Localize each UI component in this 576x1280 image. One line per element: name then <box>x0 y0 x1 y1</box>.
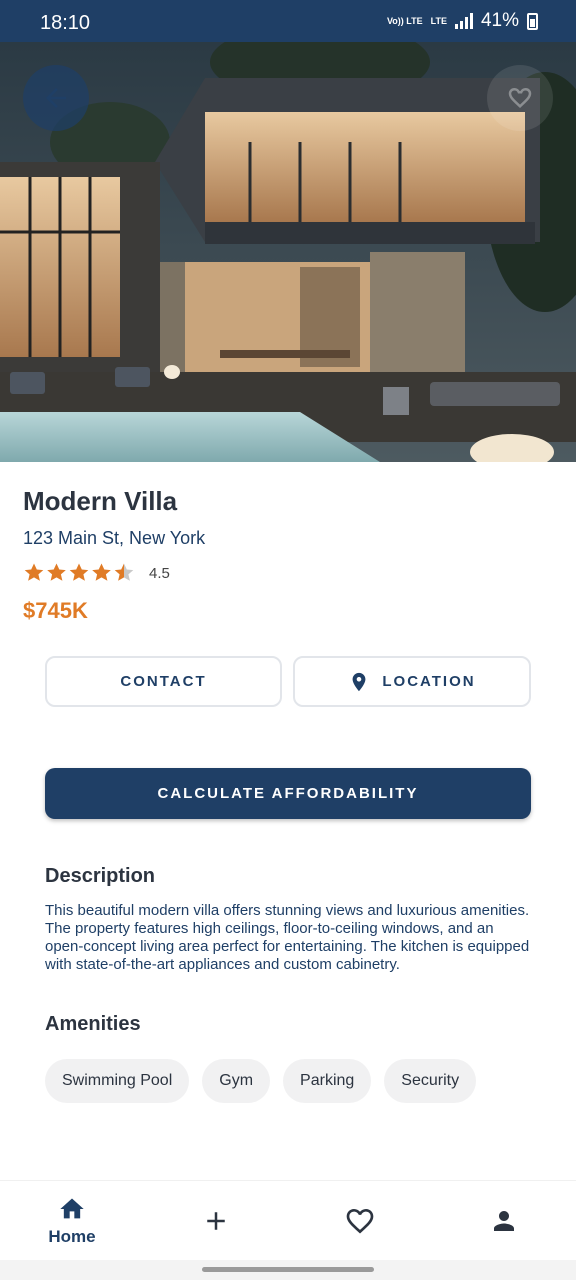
amenity-chip[interactable]: Parking <box>283 1059 372 1103</box>
star-icon <box>69 563 89 581</box>
property-price: $745K <box>23 598 88 623</box>
contact-label: CONTACT <box>120 673 207 690</box>
star-icon <box>92 563 111 581</box>
gesture-area <box>0 1260 576 1280</box>
star-icon <box>47 563 66 581</box>
nav-item-add[interactable] <box>144 1181 288 1261</box>
person-icon <box>494 1211 514 1231</box>
nav-item-profile[interactable] <box>432 1181 576 1261</box>
property-title: Modern Villa <box>23 486 178 516</box>
contact-button[interactable]: CONTACT <box>45 656 282 707</box>
star-rating-icon <box>24 563 134 581</box>
location-label: LOCATION <box>382 673 476 690</box>
status-bar: 18:10 Vo)) LTE LTE 41% <box>0 0 576 42</box>
rating-stars <box>23 562 135 584</box>
battery-icon <box>527 12 538 30</box>
star-icon <box>24 563 44 581</box>
rating: 4.5 <box>23 562 170 584</box>
gesture-bar[interactable] <box>202 1267 374 1272</box>
heart-outline-icon <box>508 87 532 109</box>
calculate-affordability-button[interactable]: CALCULATE AFFORDABILITY <box>45 768 531 819</box>
rating-value: 4.5 <box>149 564 170 582</box>
plus-icon <box>207 1212 225 1230</box>
amenities-title: Amenities <box>45 1013 141 1035</box>
arrow-back-icon <box>46 88 66 108</box>
volte-icon: Vo)) LTE <box>386 15 423 26</box>
status-time: 18:10 <box>40 12 91 34</box>
bottom-navigation: Home <box>0 1180 576 1260</box>
description-text: This beautiful modern villa offers stunn… <box>45 902 530 973</box>
star-icon <box>114 563 134 581</box>
signal-icon <box>454 13 473 29</box>
description-title: Description <box>45 865 156 887</box>
nav-item-home[interactable]: Home <box>0 1181 144 1261</box>
battery-percent: 41% <box>480 10 519 31</box>
favorite-button[interactable] <box>487 65 553 131</box>
home-icon <box>60 1198 84 1219</box>
heart-outline-icon <box>346 1209 374 1234</box>
nav-item-favorites[interactable] <box>288 1181 432 1261</box>
back-button[interactable] <box>23 65 89 131</box>
amenity-chip[interactable]: Gym <box>202 1059 271 1103</box>
property-address: 123 Main St, New York <box>23 528 206 548</box>
status-icons: Vo)) LTE LTE 41% <box>387 10 538 32</box>
amenity-chip[interactable]: Swimming Pool <box>45 1059 190 1103</box>
location-pin-icon <box>352 672 366 691</box>
location-button[interactable]: LOCATION <box>293 656 531 707</box>
amenities-list: Swimming Pool Gym Parking Security <box>45 1059 477 1103</box>
nav-label-home: Home <box>48 1227 96 1246</box>
lte-icon: LTE <box>430 15 447 26</box>
amenity-chip[interactable]: Security <box>384 1059 477 1103</box>
